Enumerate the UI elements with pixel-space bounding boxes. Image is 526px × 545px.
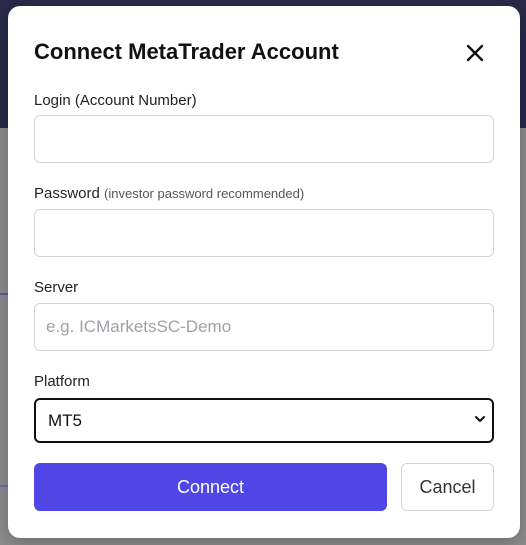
platform-label: Platform [34,373,90,390]
close-icon [466,44,484,62]
background-accent-line [0,293,8,295]
server-label: Server [34,279,78,296]
server-label-text: Server [34,279,79,296]
chevron-down-icon [475,416,485,422]
password-input[interactable] [34,209,494,257]
password-label-text: Password [34,185,100,202]
cancel-button[interactable]: Cancel [401,463,494,511]
login-label-text: Login (Account Number) [34,92,197,109]
dialog-title: Connect MetaTrader Account [34,39,339,64]
login-input[interactable] [34,115,494,163]
password-hint: (investor password recommended) [104,186,305,201]
background-accent-line [0,485,8,487]
close-button[interactable] [460,38,490,68]
platform-selected-value: MT5 [48,410,82,430]
platform-select[interactable]: MT5 [34,398,494,443]
connect-account-dialog: Connect MetaTrader Account Login (Accoun… [8,6,520,538]
password-label: Password (investor password recommended) [34,185,304,202]
connect-button[interactable]: Connect [34,463,387,511]
server-input[interactable] [34,303,494,351]
login-label: Login (Account Number) [34,92,197,109]
platform-label-text: Platform [34,373,90,390]
